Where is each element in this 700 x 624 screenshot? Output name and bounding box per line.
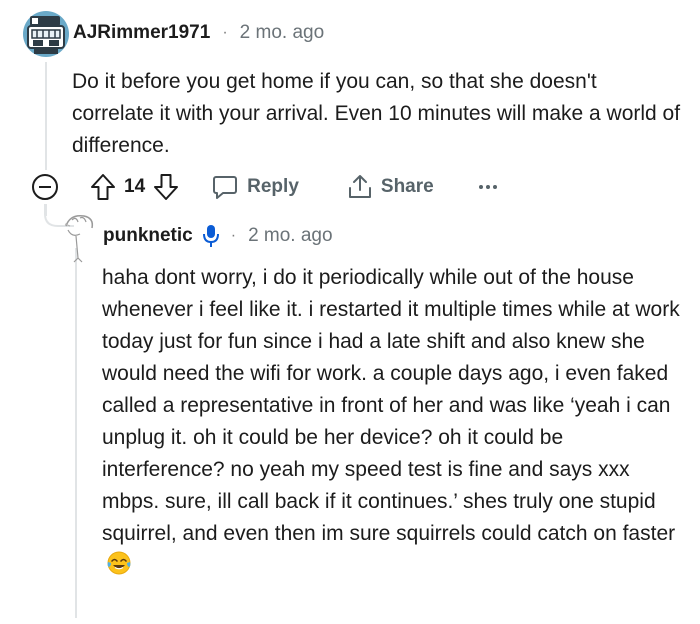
timestamp[interactable]: 2 mo. ago bbox=[248, 225, 333, 247]
downvote-arrow-icon bbox=[154, 174, 179, 200]
thread-line-reply-body bbox=[75, 248, 77, 618]
thread-line bbox=[45, 62, 47, 170]
comment-action-bar: 14 Reply Share bbox=[30, 168, 498, 206]
reply-label: Reply bbox=[247, 176, 299, 197]
share-label: Share bbox=[380, 176, 434, 197]
collapse-minus-icon bbox=[32, 174, 58, 200]
more-dots-icon bbox=[478, 185, 497, 189]
username[interactable]: punknetic bbox=[103, 225, 193, 247]
avatar[interactable] bbox=[62, 208, 98, 264]
tears-of-joy-emoji-icon bbox=[106, 550, 132, 586]
reply-header: punknetic · 2 mo. ago bbox=[103, 224, 333, 248]
reply-button[interactable]: Reply bbox=[211, 173, 299, 201]
more-options-button[interactable] bbox=[478, 183, 498, 191]
reply-body-text: haha dont worry, i do it periodically wh… bbox=[102, 266, 680, 545]
avatar[interactable] bbox=[22, 10, 70, 58]
comment-header: AJRimmer1971 · 2 mo. ago bbox=[73, 22, 324, 44]
upvote-button[interactable] bbox=[90, 173, 116, 201]
collapse-button[interactable] bbox=[30, 172, 60, 202]
microphone-icon bbox=[202, 225, 219, 247]
downvote-button[interactable] bbox=[153, 173, 179, 201]
upvote-arrow-icon bbox=[91, 174, 115, 200]
share-button[interactable]: Share bbox=[347, 173, 434, 201]
meta-separator: · bbox=[230, 227, 237, 244]
share-icon bbox=[348, 175, 371, 198]
timestamp[interactable]: 2 mo. ago bbox=[240, 22, 325, 44]
microphone-badge bbox=[202, 224, 219, 248]
meta-separator: · bbox=[222, 24, 228, 41]
username[interactable]: AJRimmer1971 bbox=[73, 22, 210, 44]
comment-body: Do it before you get home if you can, so… bbox=[72, 70, 681, 157]
reply-body: haha dont worry, i do it periodically wh… bbox=[102, 262, 684, 586]
sketch-avatar-icon bbox=[64, 214, 94, 263]
robot-avatar-icon bbox=[23, 11, 69, 57]
reply-bubble-icon bbox=[213, 176, 238, 199]
vote-score: 14 bbox=[124, 176, 146, 197]
